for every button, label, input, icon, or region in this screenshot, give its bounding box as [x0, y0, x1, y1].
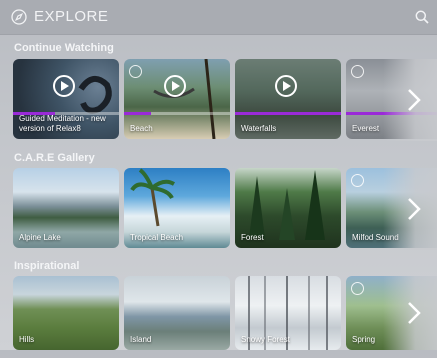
page-title: EXPLORE [34, 8, 109, 25]
chevron-right-icon[interactable] [405, 300, 423, 326]
progress-bar [235, 112, 341, 115]
compass-icon[interactable] [11, 9, 27, 25]
section-title-inspirational: Inspirational [14, 260, 80, 272]
card-label: Snowy Forest [241, 335, 290, 344]
badge-icon [351, 282, 364, 295]
row-continue-watching: Guided Meditation - new version of Relax… [0, 59, 437, 141]
card-label: Hills [19, 335, 35, 344]
card-label: Island [130, 335, 152, 344]
section-title-continue-watching: Continue Watching [14, 42, 114, 54]
card-label: Tropical Beach [130, 233, 184, 242]
card-forest[interactable]: Forest [235, 168, 341, 248]
chevron-right-icon[interactable] [405, 87, 423, 113]
search-icon[interactable] [415, 10, 429, 24]
play-icon[interactable] [164, 75, 186, 97]
chevron-right-icon[interactable] [405, 196, 423, 222]
badge-icon [351, 174, 364, 187]
card-island[interactable]: Island [124, 276, 230, 350]
badge-icon [351, 65, 364, 78]
card-label: Beach [130, 124, 153, 133]
section-title-care-gallery: C.A.R.E Gallery [14, 152, 95, 164]
card-alpine-lake[interactable]: Alpine Lake [13, 168, 119, 248]
card-label: Waterfalls [241, 124, 277, 133]
card-tropical-beach[interactable]: Tropical Beach [124, 168, 230, 248]
card-label: Forest [241, 233, 264, 242]
badge-icon [129, 65, 142, 78]
card-guided-meditation[interactable]: Guided Meditation - new version of Relax… [13, 59, 119, 139]
row-inspirational: Hills Island Snowy Forest Spring [0, 276, 437, 358]
card-waterfalls[interactable]: Waterfalls [235, 59, 341, 139]
top-bar: EXPLORE [0, 0, 437, 35]
card-label: Guided Meditation - new version of Relax… [19, 114, 106, 133]
card-beach[interactable]: Beach [124, 59, 230, 139]
card-snowy-forest[interactable]: Snowy Forest [235, 276, 341, 350]
play-icon[interactable] [275, 75, 297, 97]
row-care-gallery: Alpine Lake Tropical Beach Forest Milfod… [0, 168, 437, 250]
card-hills[interactable]: Hills [13, 276, 119, 350]
card-label: Alpine Lake [19, 233, 61, 242]
play-icon[interactable] [53, 75, 75, 97]
progress-bar [124, 112, 151, 115]
